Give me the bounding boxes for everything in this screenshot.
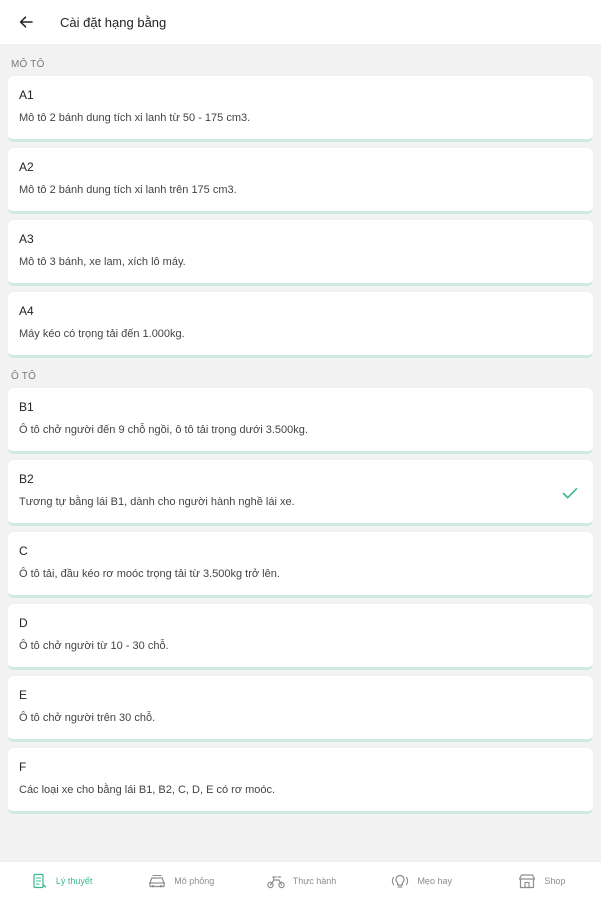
tab-label: Mẹo hay: [417, 876, 452, 886]
license-class-list[interactable]: MÔ TÔ A1 Mô tô 2 bánh dung tích xi lanh …: [0, 44, 601, 861]
license-code: A1: [19, 88, 34, 102]
tab-shop[interactable]: Shop: [481, 862, 601, 900]
page-title: Cài đặt hạng bằng: [60, 14, 167, 30]
license-code: A2: [19, 160, 34, 174]
license-option-a2[interactable]: A2 Mô tô 2 bánh dung tích xi lanh trên 1…: [8, 148, 593, 214]
license-code: B1: [19, 400, 34, 414]
section-label-motorbike: MÔ TÔ: [11, 59, 45, 70]
license-option-e[interactable]: E Ô tô chở người trên 30 chỗ.: [8, 676, 593, 742]
license-code: A4: [19, 304, 34, 318]
bottom-tab-bar: Lý thuyết Mô phỏng Thực hành Mẹo hay Sho…: [0, 861, 601, 900]
license-option-a4[interactable]: A4 Máy kéo có trọng tải đến 1.000kg.: [8, 292, 593, 358]
license-option-b1[interactable]: B1 Ô tô chở người đến 9 chỗ ngồi, ô tô t…: [8, 388, 593, 454]
car-icon: [146, 871, 168, 891]
arrow-left-icon: [19, 16, 33, 28]
tab-label: Mô phỏng: [174, 876, 215, 886]
license-code: D: [19, 616, 28, 630]
license-description: Ô tô chở người đến 9 chỗ ngồi, ô tô tải …: [19, 424, 308, 436]
shop-icon: [516, 871, 538, 891]
license-code: A3: [19, 232, 34, 246]
license-option-c[interactable]: C Ô tô tải, đầu kéo rơ moóc trọng tải từ…: [8, 532, 593, 598]
license-description: Ô tô tải, đầu kéo rơ moóc trọng tải từ 3…: [19, 568, 280, 580]
license-code: C: [19, 544, 28, 558]
license-description: Các loại xe cho bằng lái B1, B2, C, D, E…: [19, 784, 276, 796]
tab-simulation[interactable]: Mô phỏng: [120, 862, 240, 900]
license-option-a1[interactable]: A1 Mô tô 2 bánh dung tích xi lanh từ 50 …: [8, 76, 593, 142]
book-icon: [28, 871, 50, 891]
license-code: B2: [19, 472, 34, 486]
license-option-f[interactable]: F Các loại xe cho bằng lái B1, B2, C, D,…: [8, 748, 593, 814]
lightbulb-icon: [389, 871, 411, 891]
license-description: Ô tô chở người từ 10 - 30 chỗ.: [19, 640, 169, 652]
check-icon: [562, 488, 578, 499]
tab-label: Thực hành: [292, 876, 337, 886]
tab-practice[interactable]: Thực hành: [240, 862, 360, 900]
license-code: F: [19, 760, 27, 774]
back-button[interactable]: [0, 0, 52, 44]
tab-theory[interactable]: Lý thuyết: [0, 862, 120, 900]
license-description: Mô tô 3 bánh, xe lam, xích lô máy.: [19, 256, 186, 268]
motorbike-icon: [265, 871, 287, 891]
app-bar: Cài đặt hạng bằng: [0, 0, 601, 44]
section-label-car: Ô TÔ: [11, 371, 37, 382]
license-description: Tương tự bằng lái B1, dành cho người hàn…: [19, 496, 295, 508]
license-description: Ô tô chở người trên 30 chỗ.: [19, 712, 156, 724]
tab-label: Shop: [544, 876, 566, 886]
license-option-b2[interactable]: B2 Tương tự bằng lái B1, dành cho người …: [8, 460, 593, 526]
license-option-a3[interactable]: A3 Mô tô 3 bánh, xe lam, xích lô máy.: [8, 220, 593, 286]
license-code: E: [19, 688, 28, 702]
license-option-d[interactable]: D Ô tô chở người từ 10 - 30 chỗ.: [8, 604, 593, 670]
license-description: Mô tô 2 bánh dung tích xi lanh từ 50 - 1…: [19, 112, 251, 124]
license-description: Máy kéo có trọng tải đến 1.000kg.: [19, 328, 185, 340]
license-description: Mô tô 2 bánh dung tích xi lanh trên 175 …: [19, 184, 237, 196]
tab-tips[interactable]: Mẹo hay: [361, 862, 481, 900]
tab-label: Lý thuyết: [55, 876, 93, 886]
